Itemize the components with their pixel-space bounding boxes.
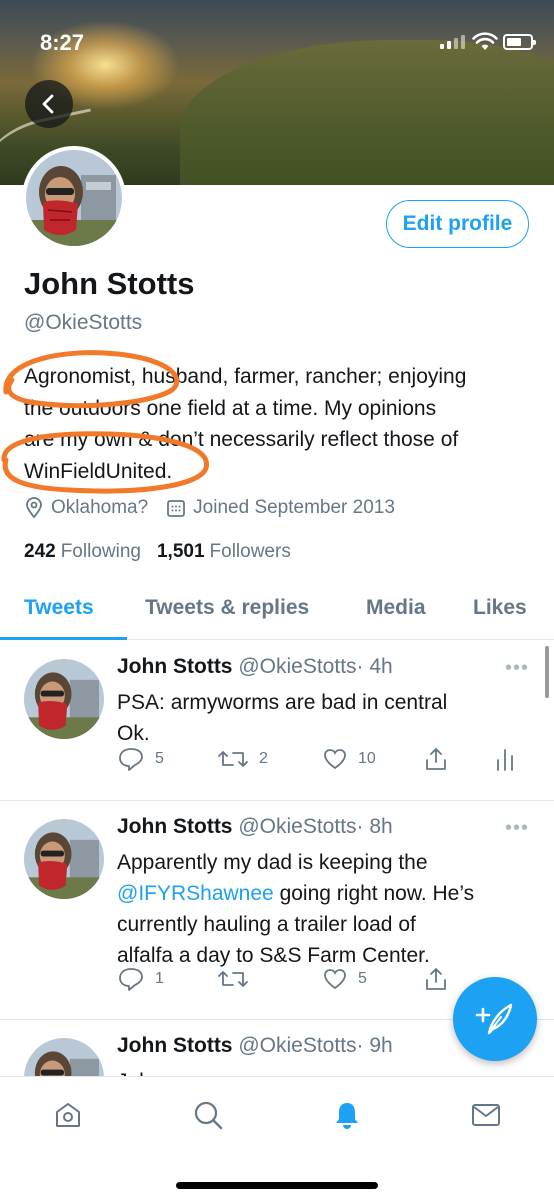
tweet-author-handle: @OkieStotts: [238, 655, 357, 678]
tweet-author-handle: @OkieStotts: [238, 815, 357, 838]
tweet[interactable]: John Stotts @OkieStotts· 4h ••• PSA: arm…: [0, 641, 554, 801]
followers-link[interactable]: 1,501 Followers: [157, 541, 291, 563]
wifi-icon: [472, 32, 498, 50]
profile-avatar[interactable]: [22, 146, 126, 250]
tweet-header: John Stotts @OkieStotts· 4h: [117, 655, 393, 679]
tweet-time: · 4h: [356, 655, 393, 678]
tweet-text-line: @IFYRShawnee going right now. He’s: [117, 878, 532, 909]
following-link[interactable]: 242 Following: [24, 541, 141, 563]
tab-likes[interactable]: Likes: [473, 596, 527, 620]
location-icon: [26, 497, 42, 519]
bio-line: WinFieldUnited.: [24, 459, 173, 483]
share-button[interactable]: [424, 966, 448, 992]
tweet-author-name: John Stotts: [117, 1034, 233, 1057]
tweet-author-name: John Stotts: [117, 815, 233, 838]
tweet-avatar[interactable]: [24, 659, 104, 739]
tweet-text: PSA: armyworms are bad in central Ok.: [117, 687, 532, 749]
analytics-button[interactable]: [495, 746, 515, 772]
bio-line: Agronomist, husband, farmer, rancher; en…: [24, 365, 467, 388]
calendar-icon: [167, 500, 186, 517]
analytics-icon: [497, 749, 513, 771]
follow-counts: 242 Following 1,501 Followers: [24, 541, 291, 563]
nav-notifications[interactable]: [327, 1095, 367, 1135]
tweet-header: John Stotts @OkieStotts· 9h: [117, 1034, 393, 1058]
joined-text: Joined September 2013: [193, 497, 395, 518]
share-icon: [426, 748, 446, 770]
bio-line: are my own & don’t necessarily reflect t…: [24, 428, 459, 451]
following-label: Following: [60, 541, 141, 562]
tweet-avatar[interactable]: [24, 819, 104, 899]
profile-handle: @OkieStotts: [24, 311, 143, 334]
search-icon: [194, 1101, 223, 1130]
cellular-signal-icon: [440, 35, 465, 49]
profile-meta: Oklahoma? Joined September 2013: [24, 497, 413, 519]
like-count: 10: [358, 750, 376, 767]
status-bar: 8:27: [0, 0, 554, 80]
messages-icon: [472, 1104, 500, 1126]
mention-link[interactable]: @IFYRShawnee: [117, 882, 274, 905]
retweet-icon: [218, 751, 248, 767]
tweet-text: Apparently my dad is keeping the @IFYRSh…: [117, 847, 532, 971]
compose-icon: [475, 1003, 513, 1035]
retweet-count: 2: [259, 750, 268, 767]
followers-count: 1,501: [156, 541, 205, 562]
reply-button[interactable]: 1: [117, 966, 164, 992]
retweet-button[interactable]: [217, 967, 259, 991]
back-icon: [42, 94, 54, 114]
profile-tabs: Tweets Tweets & replies Media Likes: [0, 584, 554, 640]
tweet-avatar[interactable]: [24, 1038, 104, 1080]
tweet-text-fragment: going right now. He’s: [273, 882, 475, 905]
reply-count: 1: [155, 970, 164, 987]
share-button[interactable]: [424, 746, 448, 772]
tweet-header: John Stotts @OkieStotts· 8h: [117, 815, 393, 839]
profile-name: John Stotts: [24, 266, 195, 301]
profile-bio: Agronomist, husband, farmer, rancher; en…: [24, 361, 534, 487]
status-time: 8:27: [40, 30, 85, 55]
tab-tweets-replies[interactable]: Tweets & replies: [145, 596, 309, 620]
nav-search[interactable]: [188, 1095, 228, 1135]
home-icon: [56, 1103, 80, 1127]
nav-messages[interactable]: [466, 1095, 506, 1135]
reply-count: 5: [155, 750, 164, 767]
avatar-image: [26, 150, 122, 246]
tweet-time: · 9h: [356, 1034, 393, 1057]
tweet-text-line: PSA: armyworms are bad in central: [117, 691, 448, 714]
location-text: Oklahoma?: [51, 497, 149, 518]
tweet-text-line: currently hauling a trailer load of: [117, 913, 416, 936]
tab-media[interactable]: Media: [366, 596, 426, 620]
compose-tweet-button[interactable]: [453, 977, 537, 1061]
reply-button[interactable]: 5: [117, 746, 164, 772]
like-button[interactable]: 10: [322, 747, 376, 771]
reply-icon: [119, 968, 143, 991]
notifications-icon: [336, 1103, 358, 1129]
retweet-button[interactable]: 2: [217, 747, 268, 771]
like-icon: [324, 969, 346, 990]
edit-profile-button[interactable]: Edit profile: [386, 200, 529, 248]
nav-home[interactable]: [48, 1095, 88, 1135]
battery-icon: [503, 34, 536, 50]
tab-tweets[interactable]: Tweets: [24, 596, 94, 620]
more-icon[interactable]: •••: [505, 657, 529, 680]
home-indicator[interactable]: [176, 1182, 378, 1189]
scrollbar[interactable]: [545, 646, 549, 698]
retweet-icon: [218, 971, 248, 987]
tweet-time: · 8h: [356, 815, 393, 838]
tweet-text-line: Apparently my dad is keeping the: [117, 851, 428, 874]
back-button[interactable]: [25, 80, 73, 128]
bottom-tab-bar: [0, 1076, 554, 1200]
followers-label: Followers: [209, 541, 291, 562]
tweet-author-handle: @OkieStotts: [238, 1034, 357, 1057]
like-button[interactable]: 5: [322, 967, 367, 991]
tweet-author-name: John Stotts: [117, 655, 233, 678]
like-count: 5: [358, 970, 367, 987]
following-count: 242: [24, 541, 56, 562]
reply-icon: [119, 748, 143, 771]
share-icon: [426, 968, 446, 990]
tweet-text-line: Ok.: [117, 722, 150, 745]
bio-line: the outdoors one field at a time. My opi…: [24, 396, 437, 420]
active-tab-indicator: [0, 637, 127, 640]
like-icon: [324, 749, 346, 770]
more-icon[interactable]: •••: [505, 817, 529, 840]
